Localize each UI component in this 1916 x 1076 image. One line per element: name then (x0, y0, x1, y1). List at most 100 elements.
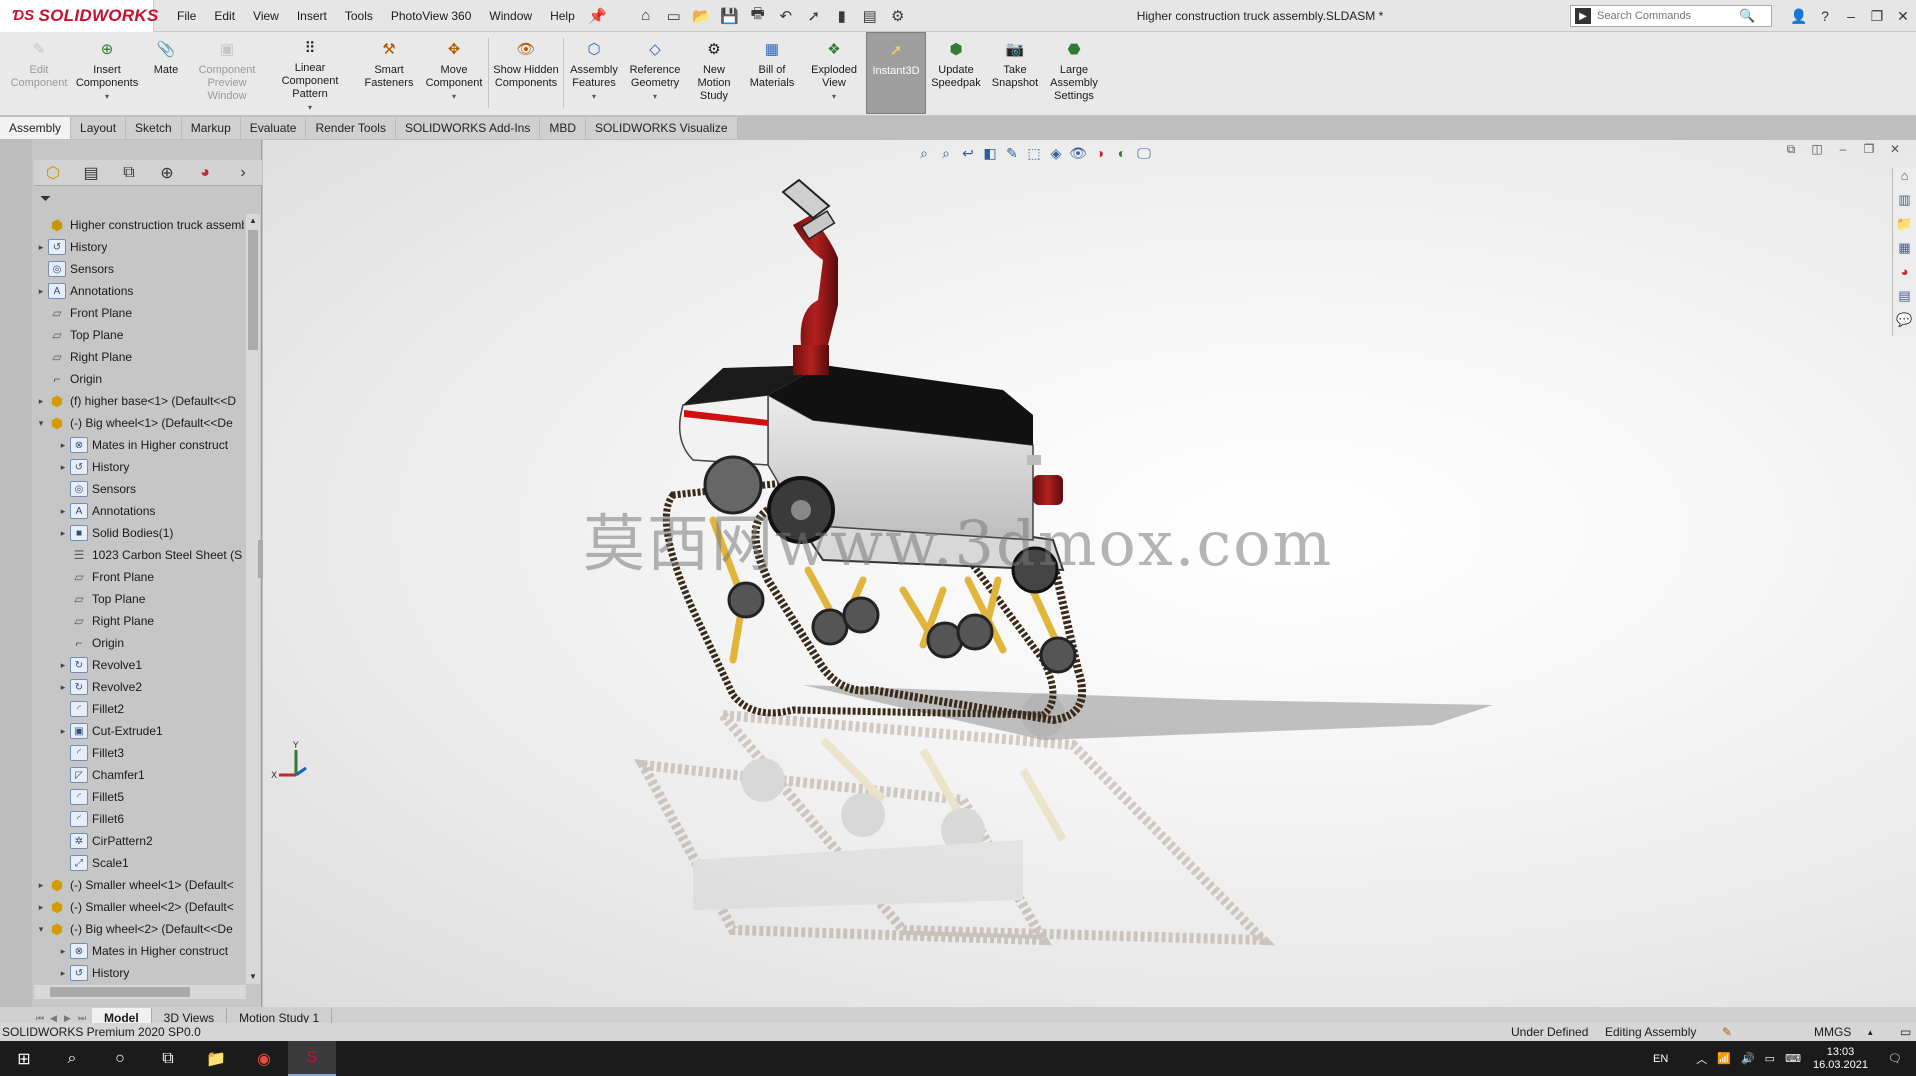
tree-node[interactable]: ◜ Fillet2 (34, 698, 244, 720)
expand-tabs-icon[interactable]: › (224, 164, 262, 182)
tree-filter[interactable]: ⏷ (34, 188, 262, 208)
tray-overflow-icon[interactable]: ︿ (1696, 1051, 1707, 1067)
tree-node[interactable]: ◜ Fillet5 (34, 786, 244, 808)
start-icon[interactable]: ⊞ (0, 1041, 48, 1076)
pin-icon[interactable]: 📌 (587, 5, 609, 27)
tree-node[interactable]: ▸ ▣ Cut-Extrude1 (34, 720, 244, 742)
battery-icon[interactable]: ▭ (1765, 1052, 1775, 1065)
tree-vertical-scrollbar[interactable]: ▲ ▼ (246, 214, 260, 984)
tree-horizontal-scrollbar[interactable] (34, 985, 246, 999)
tab-visualize[interactable]: SOLIDWORKS Visualize (586, 117, 738, 139)
tree-node[interactable]: ▸ ⊗ Mates in Higher construct (34, 434, 244, 456)
tree-node[interactable]: ▸ A Annotations (34, 280, 244, 302)
open-folder-icon[interactable]: 📂 (691, 5, 713, 27)
tree-node[interactable]: ▸ A Annotations (34, 500, 244, 522)
reference-geometry-button[interactable]: ◇ Reference Geometry ▾ (624, 32, 686, 114)
first-tab-icon[interactable]: ⏮ (36, 1013, 50, 1024)
bill-of-materials-button[interactable]: ▦ Bill of Materials (742, 32, 802, 114)
task-view-icon[interactable]: ⧉ (144, 1041, 192, 1076)
solidworks-taskbar-icon[interactable]: S (288, 1041, 336, 1076)
keyboard-icon[interactable]: ⌨ (1785, 1052, 1801, 1065)
tree-node[interactable]: ▱ Right Plane (34, 610, 244, 632)
tab-sketch[interactable]: Sketch (126, 117, 182, 139)
insert-components-button[interactable]: ⊕ Insert Components ▾ (74, 32, 140, 114)
mate-button[interactable]: 📎 Mate (140, 32, 192, 114)
save-icon[interactable]: 💾 (719, 5, 741, 27)
scroll-up-icon[interactable]: ▲ (246, 214, 260, 228)
update-speedpak-button[interactable]: ⬢ Update Speedpak (926, 32, 986, 114)
last-tab-icon[interactable]: ⏭ (78, 1013, 92, 1024)
show-hidden-components-button[interactable]: 👁 Show Hidden Components (489, 32, 563, 114)
tree-node[interactable]: ▸ ↻ Revolve2 (34, 676, 244, 698)
tree-node[interactable]: ▾ ⬢ (-) Big wheel<1> (Default<<De (34, 412, 244, 434)
tree-node[interactable]: ▱ Front Plane (34, 566, 244, 588)
new-motion-study-button[interactable]: ⚙ New Motion Study (686, 32, 742, 114)
tab-evaluate[interactable]: Evaluate (240, 117, 307, 139)
cortana-icon[interactable]: ○ (96, 1041, 144, 1076)
menu-help[interactable]: Help (541, 0, 584, 32)
tree-node[interactable]: ▸ ↺ History (34, 456, 244, 478)
tree-node[interactable]: ▸ ■ Solid Bodies(1) (34, 522, 244, 544)
tree-node[interactable]: ⌐ Origin (34, 632, 244, 654)
restore-icon[interactable]: ❐ (1864, 8, 1890, 25)
expand-arrow-icon[interactable]: ▸ (34, 396, 48, 407)
new-document-icon[interactable]: ▭ (663, 5, 685, 27)
menu-edit[interactable]: Edit (205, 0, 244, 32)
tree-node[interactable]: ▸ ↺ History (34, 236, 244, 258)
network-icon[interactable]: 📶 (1717, 1052, 1731, 1065)
expand-arrow-icon[interactable]: ▸ (56, 660, 70, 671)
menu-window[interactable]: Window (480, 0, 541, 32)
tree-node[interactable]: ▱ Top Plane (34, 588, 244, 610)
tree-node[interactable]: ▾ ⬢ (-) Big wheel<2> (Default<<De (34, 918, 244, 940)
tree-node[interactable]: ◜ Fillet3 (34, 742, 244, 764)
tree-node[interactable]: ☰ 1023 Carbon Steel Sheet (S (34, 544, 244, 566)
scroll-down-icon[interactable]: ▼ (246, 970, 260, 984)
tree-node[interactable]: ◜ Fillet6 (34, 808, 244, 830)
tab-addins[interactable]: SOLIDWORKS Add-Ins (395, 117, 541, 139)
prev-tab-icon[interactable]: ◀ (50, 1013, 64, 1024)
tree-node[interactable]: ▸ ⊗ Mates in Higher construct (34, 940, 244, 962)
solidworks-logo[interactable]: ƊS SOLIDWORKS (0, 0, 158, 32)
configurationmanager-tab-icon[interactable]: ⧉ (110, 164, 148, 182)
file-explorer-taskbar-icon[interactable]: 📁 (192, 1041, 240, 1076)
expand-arrow-icon[interactable]: ▸ (56, 682, 70, 693)
close-icon[interactable]: ✕ (1890, 8, 1916, 25)
expand-arrow-icon[interactable]: ▸ (34, 902, 48, 913)
menu-file[interactable]: File (168, 0, 205, 32)
expand-arrow-icon[interactable]: ▸ (56, 946, 70, 957)
graphics-area[interactable]: ⌕ ⌕ ↩ ◧ ✎ ⬚ ◈ 👁 ◑ ◐ 🖵 ⧉ ◫ – ❐ ✕ ⌂ ▥ 📁 ▦ … (263, 140, 1916, 1007)
dimxpert-tab-icon[interactable]: ⊕ (148, 163, 186, 183)
language-indicator[interactable]: EN (1653, 1053, 1668, 1065)
volume-icon[interactable]: 🔊 (1741, 1052, 1755, 1065)
expand-arrow-icon[interactable]: ▸ (56, 462, 70, 473)
expand-arrow-icon[interactable]: ▸ (34, 242, 48, 253)
menu-tools[interactable]: Tools (336, 0, 382, 32)
featuremanager-tab-icon[interactable]: ⬡ (34, 163, 72, 183)
tree-node[interactable]: ▱ Front Plane (34, 302, 244, 324)
take-snapshot-button[interactable]: 📷 Take Snapshot (986, 32, 1044, 114)
displaymanager-tab-icon[interactable]: ◕ (186, 164, 224, 182)
menu-insert[interactable]: Insert (288, 0, 336, 32)
tab-render-tools[interactable]: Render Tools (306, 117, 396, 139)
large-assembly-settings-button[interactable]: ⬣ Large Assembly Settings (1044, 32, 1104, 114)
undo-icon[interactable]: ↶ (775, 5, 797, 27)
search-icon[interactable]: 🔍 (1739, 8, 1755, 24)
file-properties-icon[interactable]: ▤ (859, 5, 881, 27)
chrome-icon[interactable]: ◉ (240, 1041, 288, 1076)
status-help-icon[interactable]: ▭ (1900, 1025, 1911, 1039)
move-component-button[interactable]: ✥ Move Component ▾ (420, 32, 488, 114)
options-gear-icon[interactable]: ⚙ (887, 5, 909, 27)
component-preview-button[interactable]: ▣ Component Preview Window (192, 32, 262, 114)
expand-arrow-icon[interactable]: ▸ (56, 726, 70, 737)
collapse-arrow-icon[interactable]: ▾ (34, 924, 48, 935)
notifications-icon[interactable]: 🗨 (1888, 1052, 1902, 1065)
instant3d-button[interactable]: ➚ Instant3D (866, 32, 926, 114)
menu-photoview[interactable]: PhotoView 360 (382, 0, 481, 32)
assembly-features-button[interactable]: ⬡ Assembly Features ▾ (564, 32, 624, 114)
tree-node[interactable]: ▸ ↺ History (34, 962, 244, 984)
search-commands[interactable]: ▶ 🔍 (1570, 5, 1772, 27)
next-tab-icon[interactable]: ▶ (64, 1013, 78, 1024)
units-system[interactable]: MMGS (1814, 1025, 1851, 1039)
tree-node[interactable]: ▸ ↻ Revolve1 (34, 654, 244, 676)
tree-root[interactable]: ⬢ Higher construction truck assembly (34, 214, 244, 236)
